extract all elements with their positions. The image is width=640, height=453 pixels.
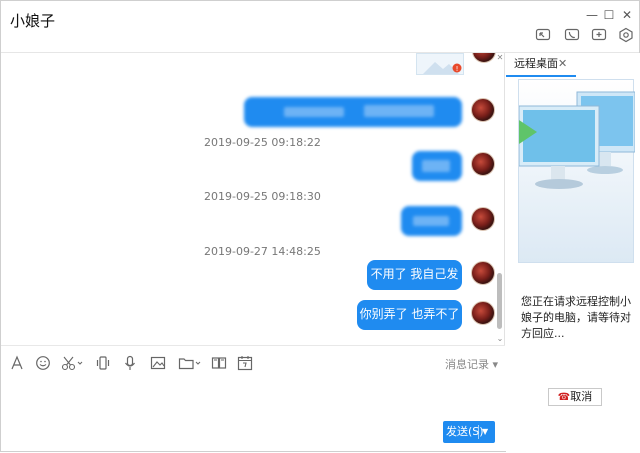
mic-icon[interactable]	[122, 355, 138, 371]
message-history-button[interactable]: 消息记录 ▾	[445, 356, 498, 372]
remote-desktop-illustration	[518, 79, 636, 263]
image-icon[interactable]	[150, 355, 166, 371]
scroll-up-icon[interactable]: ✕	[496, 53, 504, 62]
input-toolbar	[1, 345, 505, 379]
message-bubble[interactable]	[401, 206, 462, 236]
message-timestamp: 2019-09-27 14:48:25	[204, 245, 321, 258]
settings-icon[interactable]	[618, 27, 634, 43]
avatar[interactable]	[471, 301, 495, 325]
avatar[interactable]	[471, 207, 495, 231]
avatar[interactable]	[471, 98, 495, 122]
message-area[interactable]: ! 2019-09-25 09:18:22 2019-09-25 09:18:3…	[1, 53, 505, 345]
svg-text:!: !	[456, 65, 459, 73]
scroll-thumb[interactable]	[497, 273, 502, 329]
send-button[interactable]: 发送(S) ▼	[443, 421, 495, 443]
maximize-button[interactable]: ☐	[601, 7, 617, 23]
remote-request-text: 您正在请求远程控制小娘子的电脑，请等待对方回应...	[521, 295, 631, 340]
screen-share-icon[interactable]	[211, 355, 227, 371]
message-bubble[interactable]	[412, 151, 462, 181]
message-input[interactable]	[1, 379, 505, 453]
send-options-icon[interactable]: ▼	[482, 421, 488, 443]
scroll-down-icon[interactable]: ⌄	[496, 334, 504, 343]
minimize-button[interactable]: —	[584, 7, 600, 23]
tab-remote-desktop[interactable]: 远程桌面 ✕	[506, 53, 576, 77]
cancel-label: 取消	[570, 390, 593, 403]
phone-icon[interactable]	[564, 27, 580, 43]
font-icon[interactable]	[9, 355, 25, 371]
chevron-down-icon: ▾	[492, 358, 499, 371]
image-message[interactable]: !	[416, 53, 464, 75]
close-button[interactable]: ✕	[619, 7, 635, 23]
folder-icon[interactable]	[178, 355, 202, 371]
tab-close-icon[interactable]: ✕	[558, 53, 567, 75]
send-divider	[478, 425, 479, 439]
avatar[interactable]	[472, 53, 496, 63]
message-bubble[interactable]: 不用了 我自己发	[367, 260, 462, 290]
message-timestamp: 2019-09-25 09:18:22	[204, 136, 321, 149]
window-title: 小娘子	[10, 12, 56, 30]
message-bubble[interactable]: 你别弄了 也弄不了	[357, 300, 462, 330]
message-history-label: 消息记录	[445, 358, 489, 371]
cancel-button[interactable]: ☎取消	[548, 388, 602, 406]
chat-scrollbar[interactable]: ✕ ⌄	[496, 53, 504, 345]
avatar[interactable]	[471, 152, 495, 176]
title-bar: 小娘子 — ☐ ✕	[1, 1, 639, 53]
message-bubble[interactable]	[244, 97, 462, 127]
avatar[interactable]	[471, 261, 495, 285]
scissors-icon[interactable]	[61, 355, 83, 371]
add-icon[interactable]	[591, 27, 607, 43]
shake-icon[interactable]	[95, 355, 111, 371]
hangup-icon: ☎	[557, 392, 571, 403]
message-timestamp: 2019-09-25 09:18:30	[204, 190, 321, 203]
tab-remote-desktop-label: 远程桌面	[514, 57, 558, 70]
calendar-icon[interactable]	[237, 355, 253, 371]
chat-window: 小娘子 — ☐ ✕ ! 2019-09-25 09:18:22 2019-09-…	[0, 0, 640, 453]
remote-assist-icon[interactable]	[535, 27, 551, 43]
emoji-icon[interactable]	[35, 355, 51, 371]
